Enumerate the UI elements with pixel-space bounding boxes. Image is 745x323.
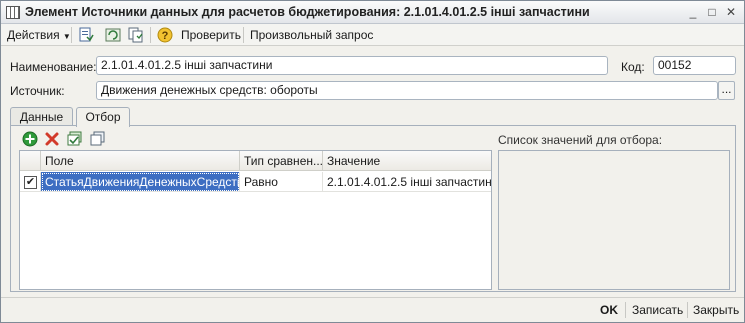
footer-separator bbox=[625, 302, 626, 318]
ok-button[interactable]: OK bbox=[600, 303, 618, 317]
save-button[interactable]: Записать bbox=[632, 303, 683, 317]
source-select-button[interactable]: ... bbox=[718, 81, 735, 100]
refresh-icon[interactable] bbox=[105, 27, 121, 43]
close-button[interactable]: Закрыть bbox=[693, 303, 739, 317]
toolbar: Действия ▼ ? Проверить Произвольный запр… bbox=[1, 24, 744, 46]
dialog-window: Элемент Источники данных для расчетов бю… bbox=[0, 0, 745, 323]
minimize-button[interactable]: _ bbox=[684, 4, 702, 21]
row-field-cell[interactable]: СтатьяДвиженияДенежныхСредств bbox=[41, 172, 240, 192]
post-and-close-icon[interactable] bbox=[78, 27, 94, 43]
window-title: Элемент Источники данных для расчетов бю… bbox=[25, 5, 590, 19]
check-label: Проверить bbox=[181, 28, 242, 42]
check-button[interactable]: ? Проверить bbox=[157, 26, 241, 44]
svg-text:?: ? bbox=[162, 30, 169, 42]
column-header-field[interactable]: Поле bbox=[41, 151, 240, 171]
chevron-down-icon: ▼ bbox=[62, 32, 71, 41]
toolbar-separator bbox=[71, 27, 72, 43]
column-header-comparison[interactable]: Тип сравнен... bbox=[240, 151, 323, 171]
add-icon[interactable] bbox=[22, 131, 38, 147]
row-value-cell[interactable]: 2.1.01.4.01.2.5 інші запчастини bbox=[323, 172, 491, 192]
actions-menu-button[interactable]: Действия ▼ bbox=[7, 26, 71, 44]
actions-label: Действия bbox=[7, 28, 60, 42]
tab-filter[interactable]: Отбор bbox=[76, 107, 130, 127]
name-field[interactable]: 2.1.01.4.01.2.5 інші запчастини bbox=[96, 56, 608, 75]
column-header-check[interactable] bbox=[20, 151, 41, 171]
row-use-cell[interactable]: ✔ bbox=[20, 172, 41, 192]
code-label: Код: bbox=[621, 60, 645, 74]
question-icon: ? bbox=[157, 27, 173, 43]
catalog-icon bbox=[6, 6, 20, 19]
footer-bar: OK Записать Закрыть bbox=[1, 297, 744, 322]
footer-separator bbox=[687, 302, 688, 318]
source-field[interactable]: Движения денежных средств: обороты bbox=[96, 81, 718, 100]
filter-values-label: Список значений для отбора: bbox=[498, 133, 663, 147]
source-label: Источник: bbox=[10, 84, 65, 98]
filter-values-list[interactable] bbox=[498, 150, 730, 290]
delete-icon[interactable] bbox=[44, 131, 60, 147]
toolbar-separator bbox=[150, 27, 151, 43]
name-label: Наименование: bbox=[10, 60, 97, 74]
check-all-icon[interactable] bbox=[67, 131, 83, 147]
maximize-button[interactable]: □ bbox=[703, 4, 721, 21]
column-header-value[interactable]: Значение bbox=[323, 151, 491, 171]
tab-data[interactable]: Данные bbox=[10, 107, 73, 126]
filter-table[interactable]: Поле Тип сравнен... Значение ✔ СтатьяДви… bbox=[19, 150, 492, 290]
toolbar-separator bbox=[243, 27, 244, 43]
close-window-button[interactable]: ✕ bbox=[722, 4, 740, 21]
title-bar[interactable]: Элемент Источники данных для расчетов бю… bbox=[1, 1, 744, 24]
custom-query-button[interactable]: Произвольный запрос bbox=[250, 26, 373, 44]
copy-document-icon[interactable] bbox=[128, 27, 144, 43]
use-checkbox[interactable]: ✔ bbox=[24, 176, 37, 189]
row-comparison-cell[interactable]: Равно bbox=[240, 172, 323, 192]
code-field[interactable]: 00152 bbox=[653, 56, 736, 75]
uncheck-all-icon[interactable] bbox=[90, 131, 106, 147]
